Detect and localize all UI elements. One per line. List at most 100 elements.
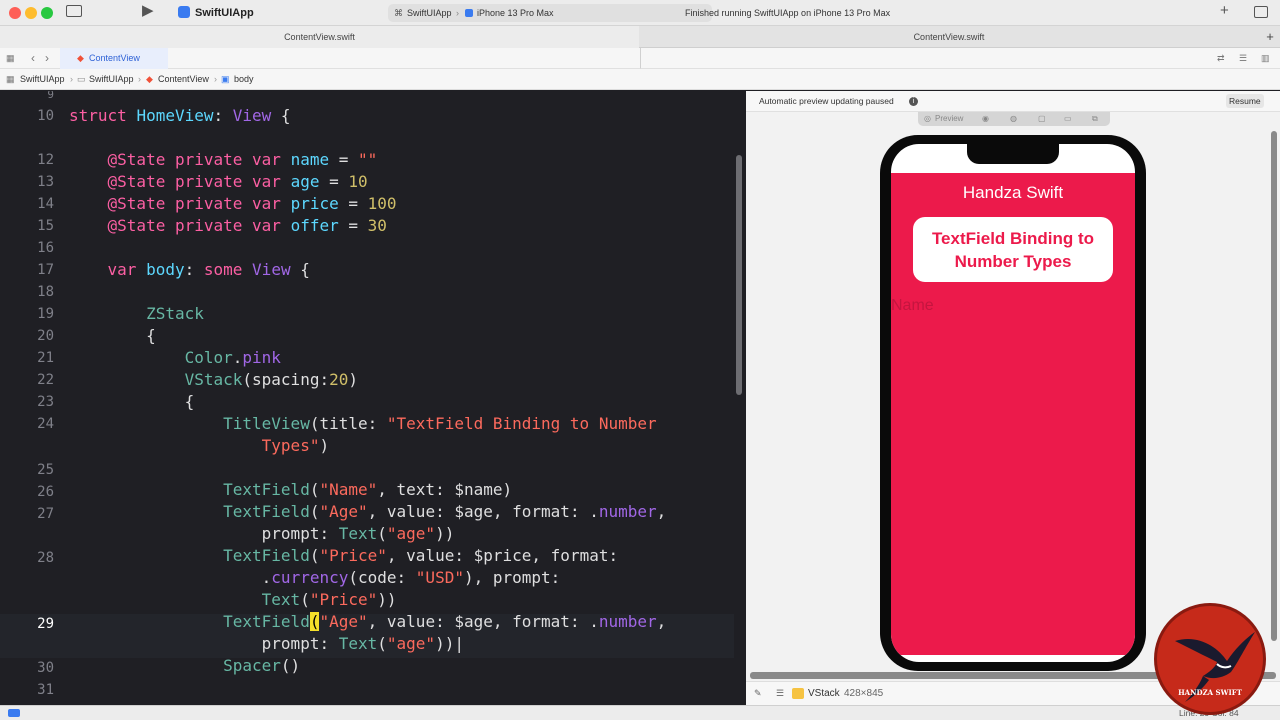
duplicate-preview-icon[interactable]: ⧉ xyxy=(1092,112,1098,126)
property-icon: ▣ xyxy=(221,74,230,84)
code-line[interactable]: { xyxy=(69,326,156,345)
device-settings-icon[interactable]: ▢ xyxy=(1038,112,1046,126)
add-icon[interactable]: + xyxy=(1220,3,1229,18)
line-number: 14 xyxy=(37,196,54,212)
line-number: 9 xyxy=(47,91,54,101)
code-line[interactable]: { xyxy=(69,392,195,411)
add-tab-icon[interactable]: + xyxy=(1260,26,1280,48)
grid-icon[interactable]: ▦ xyxy=(6,48,15,69)
line-number: 22 xyxy=(37,372,54,388)
line-number: 25 xyxy=(37,462,54,478)
hierarchy-icon[interactable]: ☰ xyxy=(776,683,784,704)
code-line[interactable]: prompt: Text("age")) xyxy=(69,524,455,543)
resume-button[interactable]: Resume xyxy=(1226,94,1264,108)
line-number: 19 xyxy=(37,306,54,322)
editor-options-icon[interactable]: ☰ xyxy=(1239,48,1247,69)
live-preview-icon[interactable]: ◎ xyxy=(924,112,931,126)
code-line[interactable]: TitleView(title: "TextField Binding to N… xyxy=(69,414,656,433)
zoom-window-button[interactable] xyxy=(41,7,53,19)
swap-icon[interactable]: ⇄ xyxy=(1217,48,1225,69)
run-destination[interactable]: iPhone 13 Pro Max xyxy=(477,4,554,22)
code-line[interactable]: Color.pink xyxy=(69,348,281,367)
line-number: 24 xyxy=(37,416,54,432)
sidebar-toggle-icon[interactable] xyxy=(66,5,82,17)
line-number: 13 xyxy=(37,174,54,190)
selectable-mode-icon[interactable]: ◉ xyxy=(982,112,989,126)
related-items-icon[interactable]: ▦ xyxy=(6,69,15,90)
swift-file-icon: ◆ xyxy=(146,74,153,84)
back-icon[interactable]: ‹ xyxy=(31,48,35,69)
editor-scrollbar[interactable] xyxy=(736,155,742,395)
canvas-vertical-scrollbar[interactable] xyxy=(1271,131,1277,641)
canvas-header: Automatic preview updating paused i Resu… xyxy=(746,91,1280,112)
breadcrumb-symbol[interactable]: body xyxy=(234,69,254,90)
line-number: 27 xyxy=(37,506,54,522)
forward-icon[interactable]: › xyxy=(45,48,49,69)
editor-tab-strip: ▦ ‹ › ◆ ContentView xyxy=(0,48,640,69)
breadcrumb-file[interactable]: ContentView xyxy=(158,69,209,90)
run-button-icon[interactable]: ▶ xyxy=(142,3,154,18)
minimize-window-button[interactable] xyxy=(25,7,37,19)
code-line[interactable]: var body: some View { xyxy=(69,260,310,279)
line-number: 26 xyxy=(37,484,54,500)
scheme-target[interactable]: SwiftUIApp xyxy=(407,4,452,22)
active-file-tab[interactable]: ◆ ContentView xyxy=(60,48,168,69)
pink-background: Handza Swift TextField Binding to Number… xyxy=(891,173,1135,655)
tab-contentview-left[interactable]: ContentView.swift xyxy=(0,26,639,48)
info-icon[interactable]: i xyxy=(909,97,918,106)
pin-icon[interactable]: ✎ xyxy=(754,683,762,704)
tab-contentview-right[interactable]: ContentView.swift xyxy=(640,26,1258,48)
split-editor-icon[interactable]: ▥ xyxy=(1261,48,1270,69)
chevron-right-icon: › xyxy=(214,74,217,84)
selection-label[interactable]: VStack xyxy=(808,683,840,704)
scheme-activity-bar[interactable]: ⌘ SwiftUIApp › iPhone 13 Pro Max xyxy=(388,4,712,22)
debug-area-toggle-icon[interactable] xyxy=(8,709,20,717)
swift-file-icon: ◆ xyxy=(77,53,84,63)
device-notch xyxy=(967,144,1059,164)
code-line[interactable]: @State private var name = "" xyxy=(69,150,378,169)
code-line[interactable]: @State private var price = 100 xyxy=(69,194,397,213)
active-file-label: ContentView xyxy=(89,53,140,63)
preview-label: Preview xyxy=(935,114,964,123)
chevron-right-icon: › xyxy=(138,74,141,84)
breadcrumb-project[interactable]: SwiftUIApp xyxy=(20,69,65,90)
code-line[interactable]: Text("Price")) xyxy=(69,590,397,609)
code-line[interactable]: @State private var offer = 30 xyxy=(69,216,387,235)
canvas-tab-strip: ⇄ ☰ ▥ xyxy=(640,48,1280,69)
code-line[interactable]: VStack(spacing:20) xyxy=(69,370,358,389)
selection-size: 428×845 xyxy=(844,688,884,699)
line-number: 18 xyxy=(37,284,54,300)
breadcrumb: ▦ SwiftUIApp › ▭ SwiftUIApp › ◆ ContentV… xyxy=(0,69,1280,90)
current-line-number: 29 xyxy=(37,616,54,632)
variants-icon[interactable]: ◍ xyxy=(1010,112,1017,126)
inspector-toggle-icon[interactable] xyxy=(1254,6,1268,18)
code-line[interactable]: .currency(code: "USD"), prompt: xyxy=(69,568,561,587)
code-line[interactable]: Types") xyxy=(69,436,329,455)
app-title: Handza Swift xyxy=(962,183,1064,202)
code-line[interactable]: TextField("Age", value: $age, format: .n… xyxy=(69,502,666,521)
preview-toolbar: ◎ Preview ◉ ◍ ▢ ▭ ⧉ xyxy=(918,112,1110,126)
name-textfield[interactable]: Name xyxy=(891,297,934,315)
title-card: TextField Binding to Number Types xyxy=(913,217,1113,282)
run-on-device-icon[interactable]: ▭ xyxy=(1064,112,1072,126)
close-window-button[interactable] xyxy=(9,7,21,19)
code-line-current[interactable]: prompt: Text("age"))| xyxy=(69,634,464,653)
code-line[interactable]: TextField("Name", text: $name) xyxy=(69,480,512,499)
tab-bar: ContentView.swift ContentView.swift + xyxy=(0,26,1280,48)
source-editor[interactable]: 9 10 12 13 14 15 16 17 18 19 20 21 22 23… xyxy=(0,91,734,705)
code-line[interactable]: struct HomeView: View { xyxy=(69,106,291,125)
breadcrumb-group[interactable]: SwiftUIApp xyxy=(89,69,134,90)
device-icon xyxy=(465,9,473,17)
code-line-current[interactable]: TextField("Age", value: $age, format: .n… xyxy=(69,612,666,631)
code-line[interactable]: Spacer() xyxy=(69,656,300,675)
logo-text: HANDZA SWIFT xyxy=(1178,688,1242,697)
code-line[interactable]: TextField("Price", value: $price, format… xyxy=(69,546,618,565)
xcode-window: ▶ SwiftUIApp ⌘ SwiftUIApp › iPhone 13 Pr… xyxy=(0,0,1280,720)
line-number: 17 xyxy=(37,262,54,278)
code-line[interactable]: ZStack xyxy=(69,304,204,323)
vstack-icon xyxy=(792,688,804,699)
line-number: 20 xyxy=(37,328,54,344)
code-line[interactable]: @State private var age = 10 xyxy=(69,172,368,191)
line-number: 12 xyxy=(37,152,54,168)
scheme-icon: ⌘ xyxy=(394,8,403,18)
